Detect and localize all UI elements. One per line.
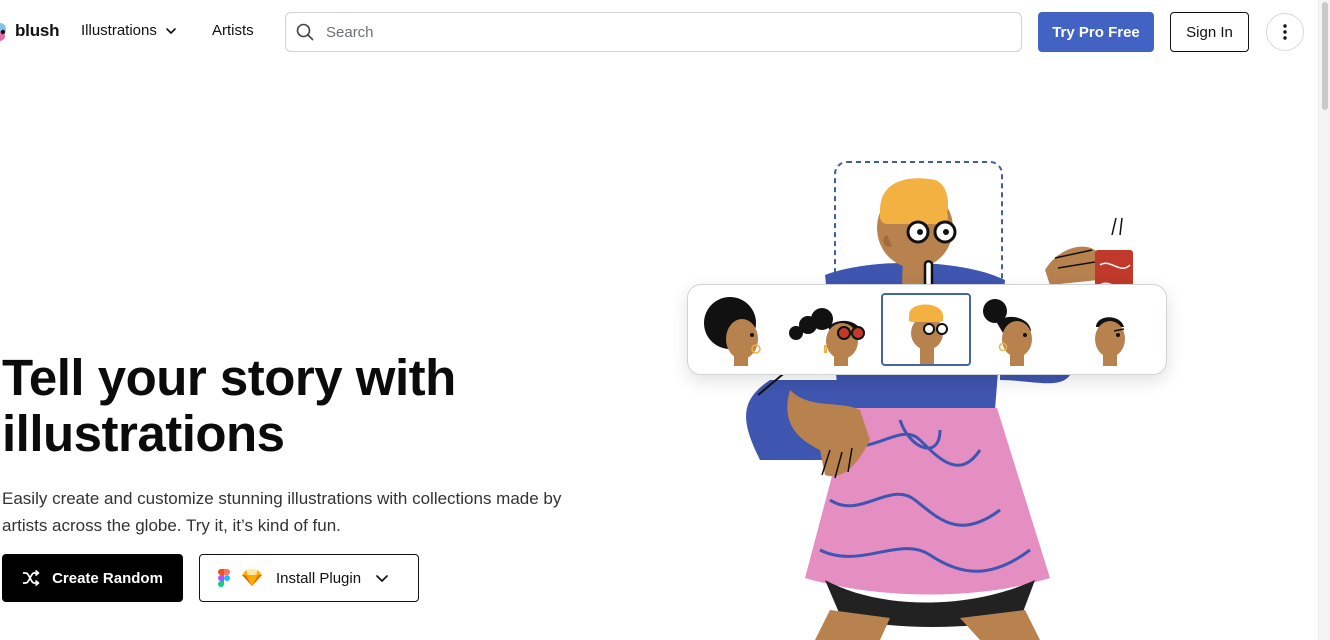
create-random-button[interactable]: Create Random (2, 554, 183, 602)
install-plugin-label: Install Plugin (276, 569, 362, 587)
hero-illustration (746, 161, 1133, 640)
hero-subtitle: Easily create and customize stunning ill… (2, 489, 562, 535)
hero-title: Tell your story with illustrations (2, 349, 456, 462)
sketch-icon (242, 569, 262, 586)
top-bun-head-icon (983, 299, 1032, 366)
blush-logo-icon (0, 23, 6, 41)
logo-text: blush (15, 21, 60, 40)
try-pro-free-button[interactable]: Try Pro Free (1038, 12, 1154, 52)
vertical-dots-icon (1283, 24, 1287, 40)
nav-illustrations-dropdown[interactable]: Illustrations (81, 22, 177, 39)
short-hair-head-icon (1095, 317, 1125, 366)
head-option-top-bun[interactable] (973, 293, 1063, 366)
top-navigation: blush Illustrations Artists Try Pro Free… (0, 0, 1318, 64)
sign-in-button[interactable]: Sign In (1170, 12, 1249, 52)
head-option-space-buns[interactable] (788, 293, 878, 366)
figma-icon (218, 569, 230, 587)
chevron-down-icon (166, 27, 176, 34)
space-buns-head-icon (789, 308, 865, 366)
head-option-afro[interactable] (698, 293, 788, 366)
create-random-label: Create Random (52, 569, 163, 587)
search-box[interactable] (285, 12, 1022, 52)
beanie-glasses-head-icon (909, 304, 948, 364)
more-options-button[interactable] (1266, 13, 1304, 51)
page-scrollbar[interactable] (1318, 0, 1330, 640)
head-picker (687, 284, 1167, 375)
nav-illustrations-label: Illustrations (81, 22, 157, 39)
head-option-beanie-glasses[interactable] (881, 293, 971, 366)
chevron-down-icon (376, 575, 388, 582)
afro-head-icon (704, 297, 761, 366)
nav-artists-link[interactable]: Artists (212, 22, 254, 39)
head-option-short-hair[interactable] (1066, 293, 1156, 366)
install-plugin-dropdown[interactable]: Install Plugin (199, 554, 419, 602)
shuffle-icon (23, 569, 40, 587)
search-input[interactable] (326, 23, 926, 41)
nav-artists-label: Artists (212, 22, 254, 39)
search-icon (296, 23, 314, 41)
scrollbar-thumb[interactable] (1322, 2, 1328, 110)
